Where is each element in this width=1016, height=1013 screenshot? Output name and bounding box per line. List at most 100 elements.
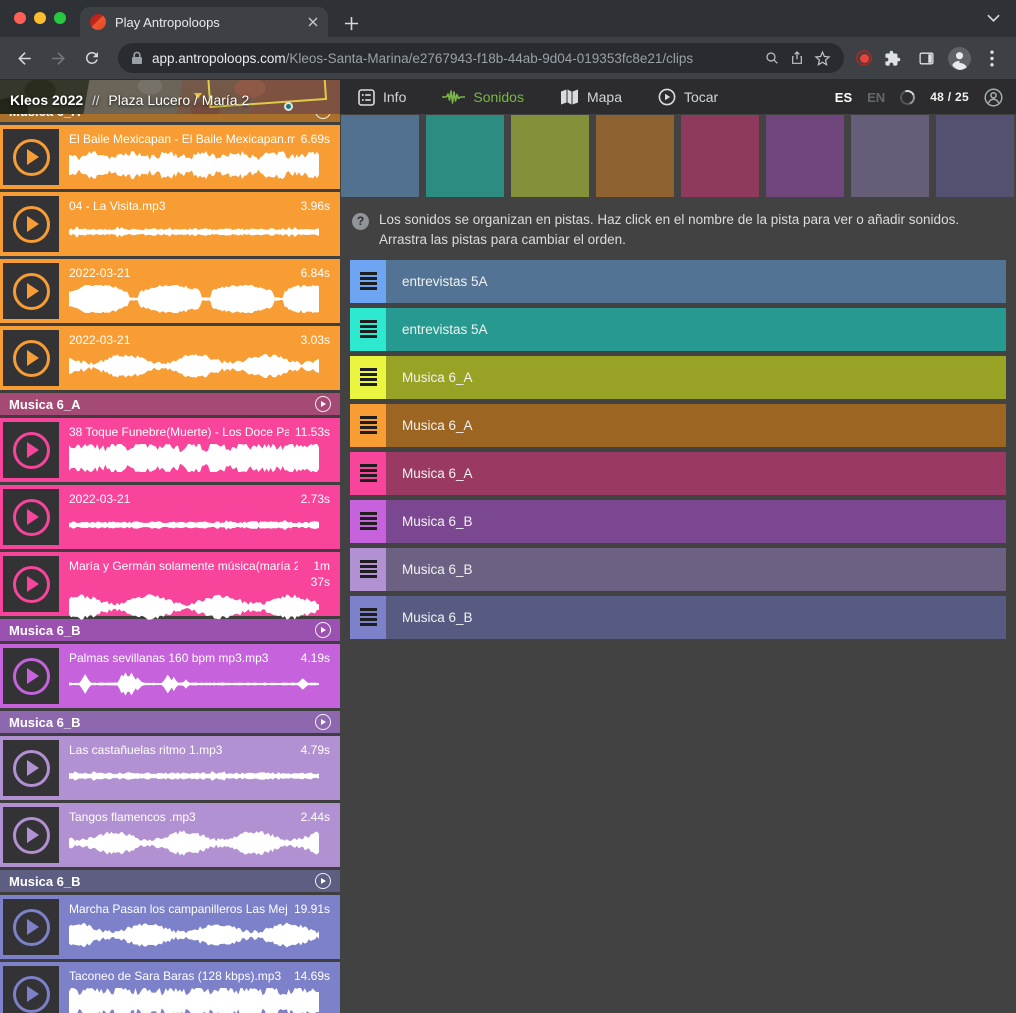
clip-item[interactable]: Marcha Pasan los campanilleros Las Mejor… [0,895,340,959]
track-section-header[interactable]: Musica 6_A [0,393,340,415]
section-play-icon[interactable] [315,114,331,119]
account-icon[interactable] [984,88,1003,107]
new-tab-button[interactable] [344,16,359,31]
section-play-icon[interactable] [315,873,331,889]
breadcrumb-project[interactable]: Kleos 2022 [10,92,83,108]
clip-play-button[interactable] [3,807,59,863]
track-section-header[interactable]: Musica 6_B [0,711,340,733]
clip-play-button[interactable] [3,966,59,1013]
nav-item-sonidos[interactable]: Sonidos [442,89,524,105]
track-drag-handle[interactable] [350,404,386,447]
zoom-page-icon[interactable] [764,50,780,66]
side-panel-icon[interactable] [912,44,940,72]
language-es-button[interactable]: ES [835,90,852,105]
track-name[interactable]: Musica 6_A [386,404,1006,447]
scene-map-thumbnail[interactable]: Kleos 2022 // Plaza Lucero / María 2 [0,80,340,114]
profile-avatar[interactable] [946,45,972,71]
track-drag-handle[interactable] [350,500,386,543]
share-icon[interactable] [789,50,805,66]
clip-item[interactable]: 04 - La Visita.mp33.96s [0,192,340,256]
close-window-button[interactable] [14,12,26,24]
clip-item[interactable]: 2022-03-216.84s [0,259,340,323]
zoom-window-button[interactable] [54,12,66,24]
track-drag-handle[interactable] [350,260,386,303]
clip-item[interactable]: 38 Toque Funebre(Muerte) - Los Doce Par.… [0,418,340,482]
tab-close-icon[interactable] [308,17,318,27]
clip-play-button[interactable] [3,263,59,319]
clip-play-button[interactable] [3,899,59,955]
track-name[interactable]: Musica 6_B [386,596,1006,639]
clip-play-button[interactable] [3,129,59,185]
browser-tab[interactable]: Play Antropoloops [80,7,328,37]
clip-waveform[interactable] [69,510,319,540]
clip-waveform[interactable] [69,987,319,1013]
nav-item-info[interactable]: Info [358,89,406,106]
bookmark-star-icon[interactable] [814,50,831,67]
clip-item[interactable]: 2022-03-213.03s [0,326,340,390]
clip-item[interactable]: Tangos flamencos .mp32.44s [0,803,340,867]
section-play-icon[interactable] [315,396,331,412]
track-drag-handle[interactable] [350,452,386,495]
palette-swatch[interactable] [341,115,419,197]
clip-waveform[interactable] [69,669,319,699]
clip-item[interactable]: María y Germán solamente música(maría 2.… [0,552,340,616]
palette-swatch[interactable] [426,115,504,197]
browser-menu-kebab-icon[interactable] [978,44,1006,72]
track-section-header[interactable]: Musica 6_B [0,619,340,641]
address-bar[interactable]: app.antropoloops.com/Kleos-Santa-Marina/… [118,43,844,73]
nav-item-mapa[interactable]: Mapa [560,89,622,105]
track-drag-handle[interactable] [350,596,386,639]
palette-swatch[interactable] [766,115,844,197]
clip-play-button[interactable] [3,648,59,704]
clip-waveform[interactable] [69,920,319,950]
back-button[interactable] [10,44,38,72]
clip-item[interactable]: Las castañuelas ritmo 1.mp34.79s [0,736,340,800]
clip-play-button[interactable] [3,740,59,796]
clip-waveform[interactable] [69,443,319,473]
track-drag-handle[interactable] [350,548,386,591]
clip-waveform[interactable] [69,592,319,622]
track-section-header[interactable]: Musica 6_B [0,870,340,892]
clip-waveform[interactable] [69,828,319,858]
reload-button[interactable] [78,44,106,72]
track-name[interactable]: Musica 6_B [386,548,1006,591]
clip-waveform[interactable] [69,351,319,381]
palette-swatch[interactable] [511,115,589,197]
section-play-icon[interactable] [315,622,331,638]
track-name[interactable]: Musica 6_A [386,356,1006,399]
track-drag-handle[interactable] [350,356,386,399]
track-name[interactable]: Musica 6_B [386,500,1006,543]
palette-swatch[interactable] [936,115,1014,197]
clip-play-button[interactable] [3,489,59,545]
track-name[interactable]: entrevistas 5A [386,260,1006,303]
extensions-puzzle-icon[interactable] [878,44,906,72]
track-drag-handle[interactable] [350,308,386,351]
clip-waveform[interactable] [69,150,319,180]
clip-item[interactable]: Taconeo de Sara Baras (128 kbps).mp314.6… [0,962,340,1013]
clip-item[interactable]: Palmas sevillanas 160 bpm mp3.mp34.19s [0,644,340,708]
clip-waveform[interactable] [69,761,319,791]
track-section-header[interactable]: Musica 6_A [0,114,340,122]
clip-waveform[interactable] [69,217,319,247]
nav-item-tocar[interactable]: Tocar [658,88,718,106]
forward-button[interactable] [44,44,72,72]
language-en-button[interactable]: EN [867,90,885,105]
clip-item[interactable]: 2022-03-212.73s [0,485,340,549]
clip-waveform[interactable] [69,284,319,314]
minimize-window-button[interactable] [34,12,46,24]
record-extension-icon[interactable] [856,50,872,66]
clip-item[interactable]: El Baile Mexicapan - El Baile Mexicapan.… [0,125,340,189]
clip-play-button[interactable] [3,422,59,478]
palette-swatch[interactable] [681,115,759,197]
breadcrumb-scene[interactable]: Plaza Lucero / María 2 [108,92,249,108]
clip-play-button[interactable] [3,330,59,386]
clip-play-button[interactable] [3,196,59,252]
lock-icon[interactable] [131,51,143,65]
track-name[interactable]: Musica 6_A [386,452,1006,495]
clip-play-button[interactable] [3,556,59,612]
palette-swatch[interactable] [596,115,674,197]
track-name[interactable]: entrevistas 5A [386,308,1006,351]
palette-swatch[interactable] [851,115,929,197]
tab-search-chevron-icon[interactable] [987,14,1000,22]
section-play-icon[interactable] [315,714,331,730]
